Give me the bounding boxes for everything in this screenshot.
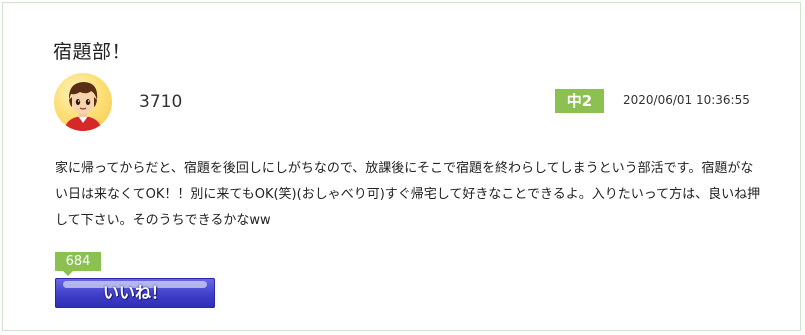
like-button[interactable]: いいね！ xyxy=(55,278,215,308)
grade-badge: 中2 xyxy=(555,89,604,113)
post-body: 家に帰ってからだと、宿題を後回しにしがちなので、放課後にそこで宿題を終わらしてし… xyxy=(55,161,761,228)
boy-avatar-icon[interactable] xyxy=(54,73,112,131)
like-button-label: いいね！ xyxy=(102,283,167,302)
post-datetime: 2020/06/01 10:36:55 xyxy=(623,93,750,107)
post-card: 宿題部！ 3710 中2 2020/06/01 10:36:55 家に帰ってから… xyxy=(2,2,801,331)
like-count-badge: 684 xyxy=(55,252,101,276)
post-title: 宿題部！ xyxy=(53,41,132,63)
author-name[interactable]: 3710 xyxy=(139,92,182,112)
